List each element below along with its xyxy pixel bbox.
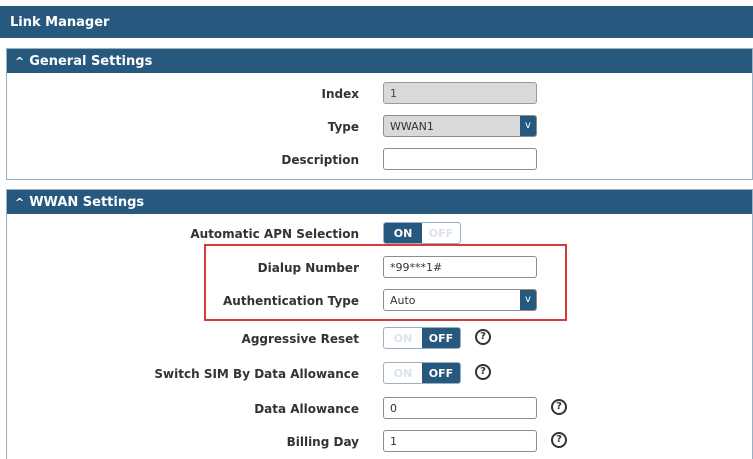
switch-sim-off[interactable]: OFF	[422, 363, 460, 383]
index-row: Index	[7, 82, 747, 108]
aggressive-reset-off[interactable]: OFF	[422, 328, 460, 348]
description-label: Description	[281, 153, 359, 167]
type-row: Type WWAN1 v	[7, 115, 747, 141]
general-settings-header[interactable]: ^ General Settings	[7, 49, 752, 73]
billing-day-input[interactable]	[383, 430, 537, 452]
auto-apn-label: Automatic APN Selection	[190, 227, 359, 241]
data-allowance-row: Data Allowance ?	[7, 397, 747, 423]
switch-sim-toggle[interactable]: ON OFF	[383, 362, 461, 384]
auto-apn-off[interactable]: OFF	[422, 223, 460, 243]
aggressive-reset-toggle[interactable]: ON OFF	[383, 327, 461, 349]
data-allowance-input[interactable]	[383, 397, 537, 419]
description-row: Description	[7, 148, 747, 174]
wwan-settings-panel: ^ WWAN Settings Automatic APN Selection …	[6, 189, 753, 459]
collapse-caret-icon: ^	[15, 195, 25, 209]
collapse-caret-icon: ^	[15, 54, 25, 68]
page-title: Link Manager	[10, 14, 110, 30]
auto-apn-toggle[interactable]: ON OFF	[383, 222, 461, 244]
general-settings-title: General Settings	[29, 53, 153, 69]
page-title-bar: Link Manager	[0, 6, 753, 38]
switch-sim-on[interactable]: ON	[384, 363, 422, 383]
index-field	[383, 82, 537, 104]
aggressive-reset-label: Aggressive Reset	[241, 332, 359, 346]
help-icon[interactable]: ?	[475, 364, 491, 380]
chevron-down-icon: v	[520, 116, 536, 136]
description-input[interactable]	[383, 148, 537, 170]
wwan-settings-header[interactable]: ^ WWAN Settings	[7, 190, 752, 214]
help-icon[interactable]: ?	[551, 432, 567, 448]
switch-sim-row: Switch SIM By Data Allowance ON OFF ?	[7, 362, 747, 388]
index-label: Index	[321, 87, 359, 101]
highlight-box	[204, 244, 567, 321]
wwan-settings-title: WWAN Settings	[29, 194, 145, 210]
data-allowance-label: Data Allowance	[254, 402, 359, 416]
general-settings-panel: ^ General Settings Index Type WWAN1 v De…	[6, 48, 753, 180]
type-select[interactable]: WWAN1 v	[383, 115, 537, 137]
type-label: Type	[327, 120, 359, 134]
billing-day-row: Billing Day ?	[7, 430, 747, 456]
aggressive-reset-row: Aggressive Reset ON OFF ?	[7, 327, 747, 353]
aggressive-reset-on[interactable]: ON	[384, 328, 422, 348]
switch-sim-label: Switch SIM By Data Allowance	[154, 367, 359, 381]
help-icon[interactable]: ?	[475, 329, 491, 345]
billing-day-label: Billing Day	[286, 435, 359, 449]
type-select-value: WWAN1	[390, 120, 434, 133]
auto-apn-on[interactable]: ON	[384, 223, 422, 243]
help-icon[interactable]: ?	[551, 399, 567, 415]
